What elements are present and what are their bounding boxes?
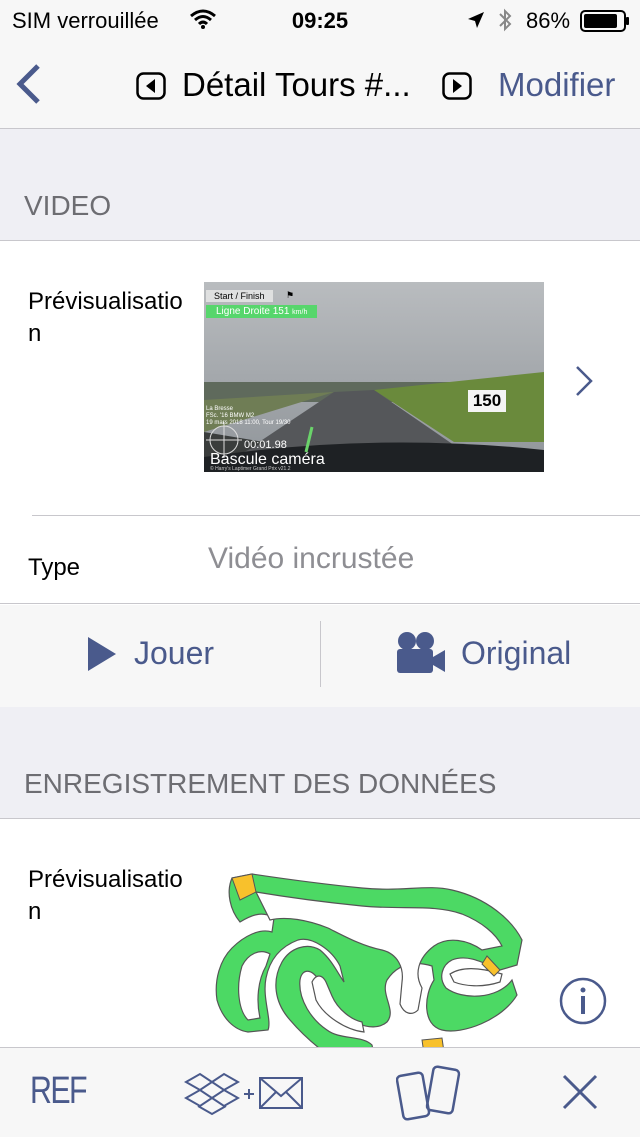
- original-button[interactable]: Original: [321, 605, 640, 707]
- original-label: Original: [461, 635, 572, 671]
- video-actions: Jouer Original: [0, 605, 640, 707]
- next-lap-icon[interactable]: [442, 72, 472, 105]
- video-preview-label: Prévisualisation: [28, 288, 183, 347]
- video-thumbnail[interactable]: Start / Finish ⚑ Ligne Droite 151 km/h 1…: [204, 282, 544, 472]
- navigation-bar: Détail Tours #... Modifier: [0, 40, 640, 129]
- reference-button[interactable]: REF: [30, 1070, 88, 1113]
- devices-sync-icon[interactable]: [395, 1064, 462, 1127]
- divider: [0, 240, 640, 241]
- info-icon[interactable]: [558, 976, 608, 1031]
- type-label: Type: [28, 554, 81, 581]
- close-icon[interactable]: [560, 1072, 600, 1117]
- session-info: La Bresse FSc. '16 BMW M2 19 mars 2018 1…: [206, 406, 291, 427]
- segment-name: Ligne Droite 151: [216, 306, 290, 317]
- play-icon: [86, 635, 118, 678]
- back-chevron-icon[interactable]: [14, 62, 44, 111]
- play-button[interactable]: Jouer: [0, 605, 320, 707]
- video-camera-icon: [395, 629, 447, 682]
- data-section-header: ENREGISTREMENT DES DONNÉES: [24, 768, 497, 799]
- checkered-flag-icon: ⚑: [286, 290, 295, 300]
- segment-tag: Ligne Droite 151 km/h: [206, 305, 318, 318]
- video-card: Prévisualisation Start / Finish ⚑ Ligne …: [0, 240, 640, 606]
- track-map[interactable]: [212, 870, 532, 1048]
- session-track: La Bresse: [206, 406, 234, 412]
- dropbox-mail-share-icon[interactable]: [182, 1068, 306, 1123]
- data-preview-label: Prévisualisation: [28, 866, 183, 925]
- status-bar: SIM verrouillée 09:25 86%: [0, 0, 640, 40]
- track-sign-150: 150: [468, 390, 506, 412]
- bottom-toolbar: REF: [0, 1047, 640, 1137]
- battery-icon: [580, 10, 630, 38]
- speed-unit: km/h: [292, 309, 308, 316]
- session-car: FSc. '16 BMW M2: [206, 413, 255, 419]
- divider: [32, 515, 640, 516]
- video-section-header: VIDEO: [24, 190, 112, 221]
- divider: [0, 818, 640, 819]
- watermark: © Harry's Laptimer Grand Prix v21.2: [210, 466, 291, 472]
- data-card: Prévisualisation: [0, 818, 640, 1048]
- previous-lap-icon[interactable]: [136, 72, 166, 105]
- start-finish-tag: Start / Finish: [206, 290, 273, 302]
- lap-timer: 00:01.98: [244, 439, 287, 451]
- session-date: 19 mars 2018 11:00, Tour 19/30: [206, 420, 291, 426]
- edit-button[interactable]: Modifier: [498, 66, 615, 104]
- location-arrow-icon: [466, 10, 486, 36]
- bluetooth-icon: [496, 7, 514, 39]
- divider: [0, 603, 640, 604]
- page-title: Détail Tours #...: [182, 66, 411, 103]
- chevron-right-icon[interactable]: [574, 364, 594, 403]
- type-value: Vidéo incrustée: [208, 542, 415, 575]
- battery-percent: 86%: [526, 8, 571, 33]
- play-label: Jouer: [134, 635, 215, 671]
